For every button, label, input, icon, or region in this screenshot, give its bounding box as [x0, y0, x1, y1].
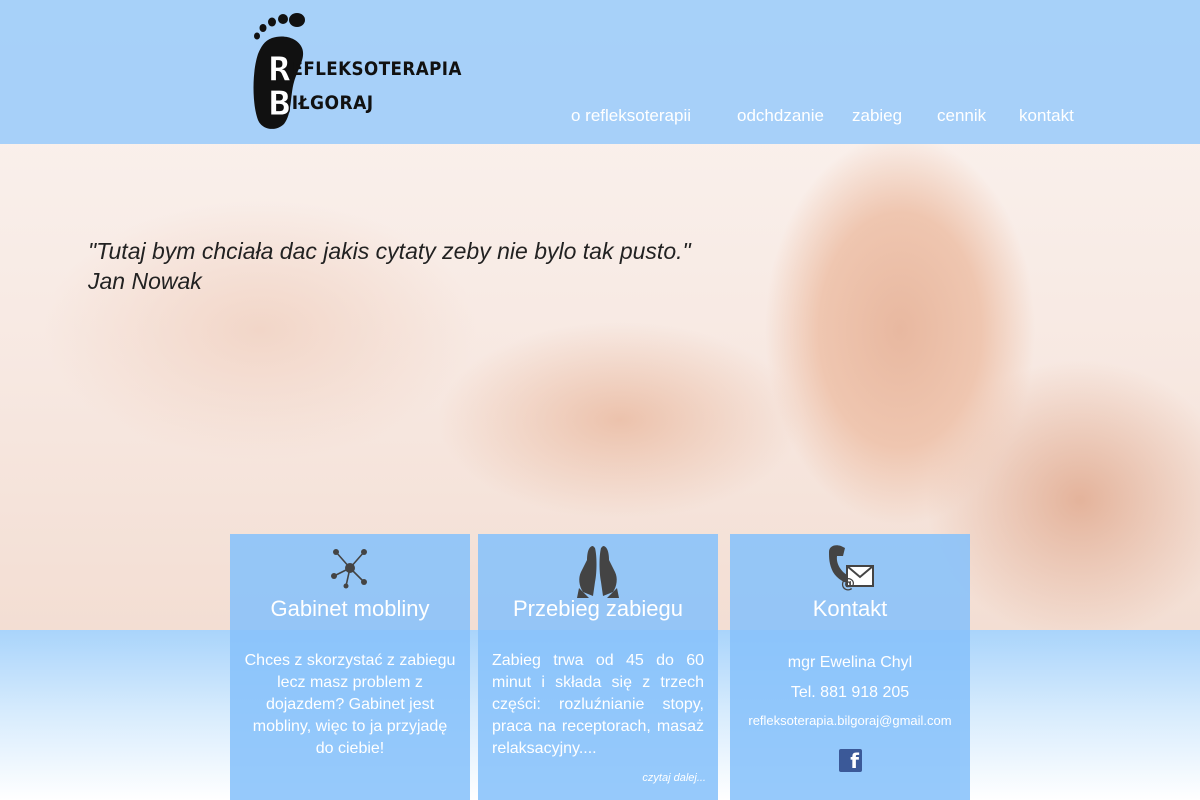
mobile-office-card: Gabinet moblinу Chces z skorzystać z zab…	[230, 534, 470, 800]
procedure-text: Zabieg trwa od 45 do 60 minut i składa s…	[492, 652, 704, 757]
foot-hands-icon	[478, 542, 718, 598]
hero-quote: "Tutaj bym chciała dac jakis cytaty zeby…	[88, 236, 728, 296]
mobile-office-title: Gabinet moblinу	[270, 596, 430, 621]
procedure-title: Przebieg zabiegu	[512, 596, 683, 621]
header: REFLEKSOTERAPIA BIŁGORAJ o refleksoterap…	[0, 0, 1200, 144]
svg-text:@: @	[841, 576, 855, 592]
procedure-card: Przebieg zabiegu Zabieg trwa od 45 do 60…	[478, 534, 718, 800]
nav-item-zabieg[interactable]: zabieg	[852, 106, 902, 126]
read-more-link[interactable]: czytaj dalej...	[642, 772, 706, 784]
phone-mail-icon: @	[730, 542, 970, 598]
quote-text: "Tutaj bym chciała dac jakis cytaty zeby…	[88, 238, 691, 264]
main-nav: o refleksoterapii odchdzanie zabieg cenn…	[0, 106, 1200, 130]
nav-item-cennik[interactable]: cennik	[937, 106, 986, 126]
contact-details: mgr Ewelina Chyl Tel. 881 918 205 reflek…	[744, 648, 956, 732]
nav-item-odchdzanie[interactable]: odchdzanie	[737, 106, 824, 126]
nav-item-o-refleksoterapii[interactable]: o refleksoterapii	[571, 106, 691, 126]
contact-title: Kontakt	[812, 596, 888, 621]
network-icon	[230, 542, 470, 598]
nav-item-kontakt[interactable]: kontakt	[1019, 106, 1074, 126]
mobile-office-text: Chces z skorzystać z zabiegu lecz masz p…	[244, 652, 456, 757]
contact-phone[interactable]: Tel. 881 918 205	[744, 678, 956, 708]
quote-author: Jan Nowak	[88, 268, 202, 294]
contact-name: mgr Ewelina Chyl	[787, 654, 913, 671]
contact-email[interactable]: refleksoterapia.bilgoraj@gmail.com	[744, 710, 956, 732]
facebook-icon[interactable]: f	[839, 749, 862, 772]
contact-card: @ Kontakt mgr Ewelina Chyl Tel. 881 918 …	[730, 534, 970, 800]
